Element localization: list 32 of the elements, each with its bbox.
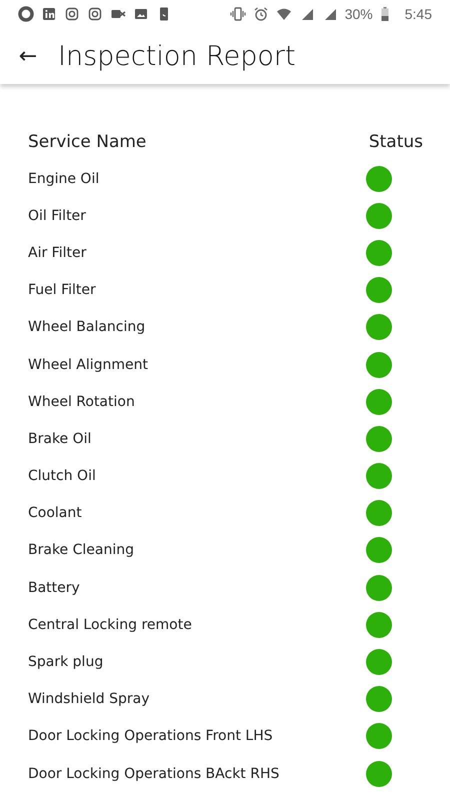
service-name: Wheel Alignment: [28, 356, 148, 373]
service-name: Central Locking remote: [28, 616, 192, 633]
service-name: Windshield Spray: [28, 691, 150, 708]
alarm-icon: [252, 6, 269, 22]
service-name: Battery: [28, 580, 80, 596]
camera-icon: [87, 6, 103, 22]
service-name: Clutch Oil: [28, 468, 96, 484]
back-button[interactable]: ←: [16, 44, 40, 68]
service-name: Wheel Balancing: [28, 319, 146, 336]
vibrate-icon: [230, 6, 246, 22]
column-header: Status: [368, 132, 423, 152]
service-name: Air Filter: [28, 244, 86, 261]
service-name: Door Locking Operations Front LHS: [28, 728, 273, 744]
column-header: Service Name: [28, 132, 146, 152]
service-name: Brake Oil: [28, 430, 92, 447]
screen-title: Inspection Report: [58, 40, 296, 72]
battery-icon: [380, 6, 390, 22]
service-name: Oil Filter: [28, 208, 86, 224]
service-name: Fuel Filter: [28, 282, 96, 298]
square-icon: [41, 6, 57, 22]
service-name: Coolant: [28, 505, 82, 522]
service-name: Spark plug: [28, 654, 104, 670]
battery-percent: 30%: [344, 6, 373, 22]
wifi-icon: [276, 6, 292, 22]
service-name: Engine Oil: [28, 170, 100, 187]
image-icon: [133, 6, 149, 22]
service-name: Wheel Rotation: [28, 394, 135, 410]
circle-icon: [18, 6, 34, 22]
service-name: Brake Cleaning: [28, 542, 134, 558]
clock: 5:45: [404, 6, 432, 22]
service-name: Door Locking Operations BAckt RHS: [28, 766, 280, 782]
camera-icon: [64, 6, 80, 22]
